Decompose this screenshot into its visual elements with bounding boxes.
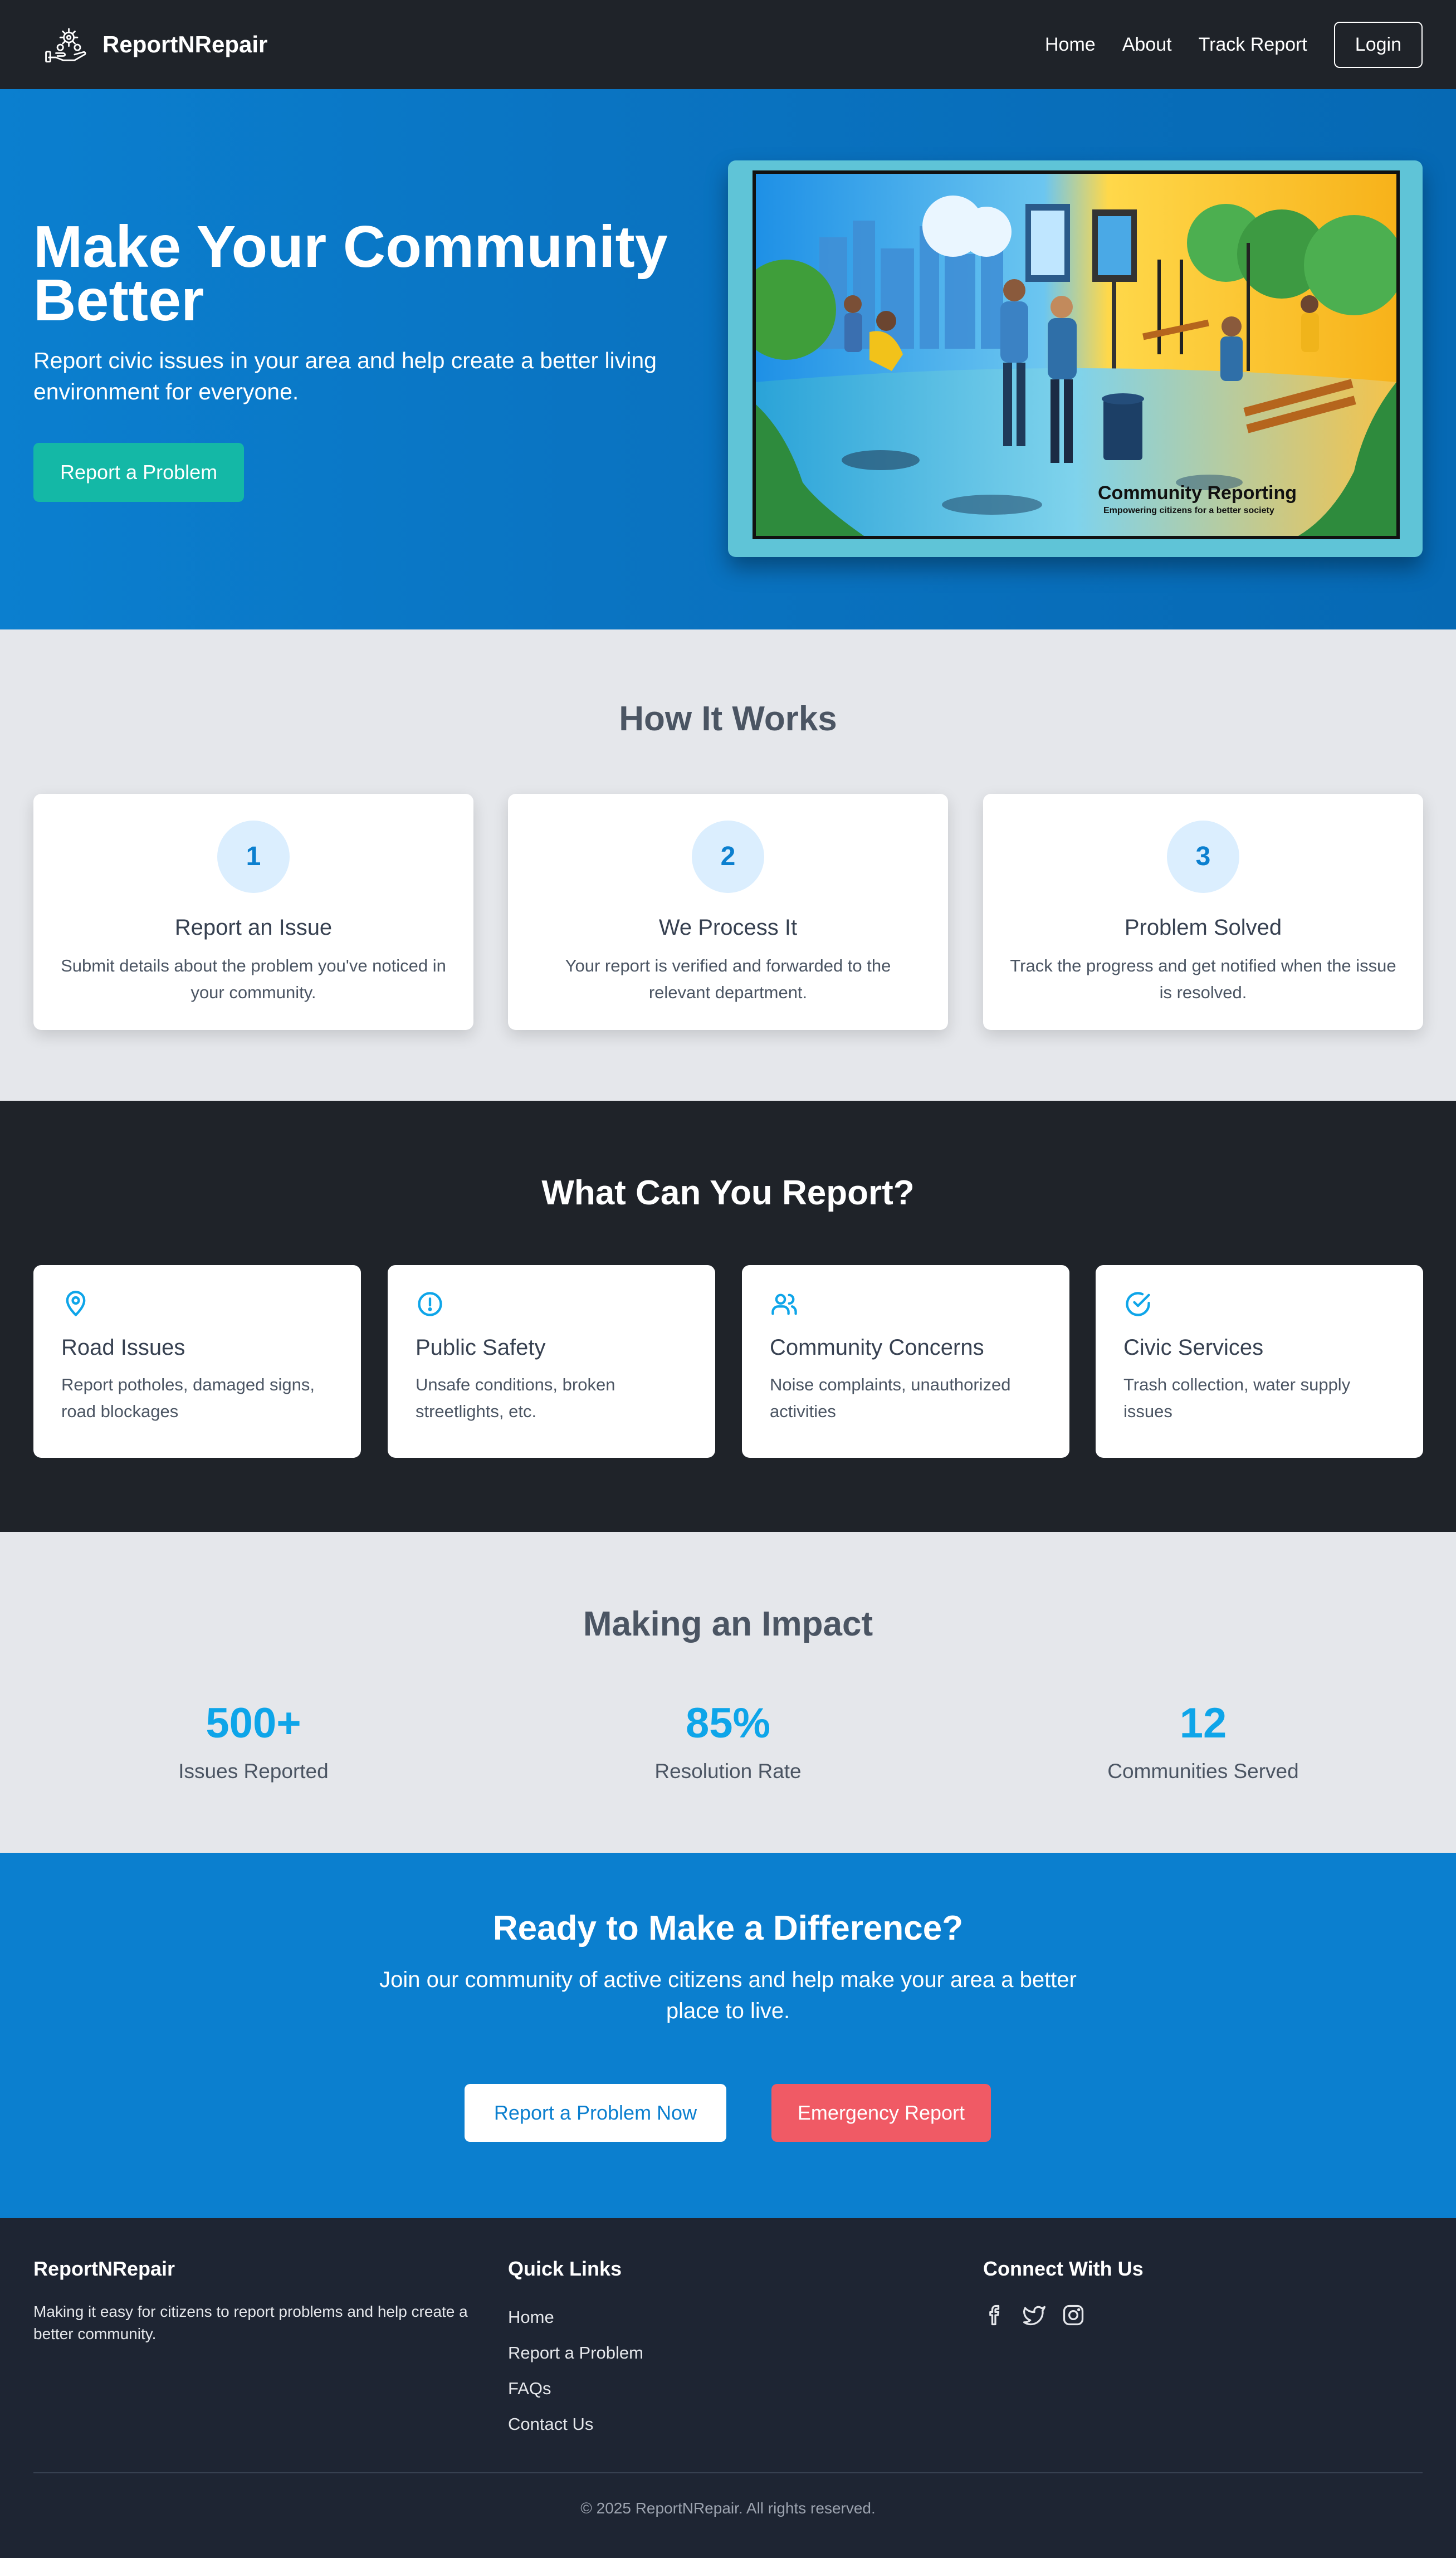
step-number: 2 (692, 821, 764, 893)
footer-link-contact[interactable]: Contact Us (508, 2414, 643, 2434)
category-description: Unsafe conditions, broken streetlights, … (416, 1375, 615, 1421)
brand[interactable]: ReportNRepair (45, 22, 267, 67)
step-description: Track the progress and get notified when… (1010, 956, 1396, 1002)
impact-section: Making an Impact 500+ Issues Reported 85… (0, 1532, 1456, 1853)
hero-title: Make Your Community Better (33, 214, 668, 333)
category-title: Public Safety (416, 1335, 546, 1360)
category-description: Noise complaints, unauthorized activitie… (770, 1375, 1011, 1421)
check-circle-icon (1126, 1292, 1150, 1316)
footer-link-report-problem[interactable]: Report a Problem (508, 2343, 643, 2363)
nav-track-report-link[interactable]: Track Report (1199, 34, 1307, 56)
step-title: Problem Solved (1124, 915, 1282, 940)
nav-about-link[interactable]: About (1122, 34, 1172, 56)
nav-home-link[interactable]: Home (1045, 34, 1096, 56)
facebook-icon[interactable] (983, 2303, 1008, 2327)
footer-quick-links: Quick Links Home Report a Problem FAQs C… (508, 2257, 643, 2434)
community-reporting-illustration: Community Reporting Empowering citizens … (753, 170, 1400, 539)
step-card: 1 Report an Issue Submit details about t… (33, 794, 473, 1030)
category-card-civic-services[interactable]: Civic Services Trash collection, water s… (1096, 1265, 1423, 1458)
illustration-caption: Community Reporting (1098, 482, 1297, 504)
cta-subtitle: Join our community of active citizens an… (379, 1968, 1077, 2023)
copyright-text: © 2025 ReportNRepair. All rights reserve… (580, 2500, 876, 2517)
category-card-community-concerns[interactable]: Community Concerns Noise complaints, una… (742, 1265, 1069, 1458)
stat-resolution-rate: 85% Resolution Rate (508, 1699, 948, 1783)
footer-about: ReportNRepair Making it easy for citizen… (33, 2257, 479, 2345)
footer: ReportNRepair Making it easy for citizen… (0, 2218, 1456, 2558)
how-it-works-title: How It Works (619, 700, 837, 738)
top-navbar: ReportNRepair Home About Track Report Lo… (0, 0, 1456, 89)
footer-link-home[interactable]: Home (508, 2307, 643, 2327)
instagram-icon[interactable] (1061, 2303, 1086, 2327)
category-card-public-safety[interactable]: Public Safety Unsafe conditions, broken … (388, 1265, 715, 1458)
login-button[interactable]: Login (1333, 21, 1423, 68)
category-title: Community Concerns (770, 1335, 984, 1360)
hero-subtitle: Report civic issues in your area and hel… (33, 348, 657, 404)
brand-name: ReportNRepair (102, 31, 268, 57)
twitter-icon[interactable] (1022, 2303, 1047, 2327)
step-description: Submit details about the problem you've … (61, 956, 446, 1002)
category-description: Report potholes, damaged signs, road blo… (61, 1375, 315, 1421)
category-card-road-issues[interactable]: Road Issues Report potholes, damaged sig… (33, 1265, 361, 1458)
quick-links-heading: Quick Links (508, 2257, 622, 2280)
step-title: We Process It (658, 915, 798, 940)
stat-value: 500+ (206, 1700, 301, 1747)
stat-value: 12 (1179, 1700, 1227, 1747)
how-it-works-section: How It Works 1 Report an Issue Submit de… (0, 629, 1456, 1101)
report-problem-now-button[interactable]: Report a Problem Now (465, 2084, 726, 2142)
hero-text: Make Your Community Better Report civic … (33, 214, 668, 502)
step-title: Report an Issue (174, 915, 333, 940)
step-number: 1 (217, 821, 290, 893)
emergency-report-button[interactable]: Emergency Report (771, 2084, 991, 2142)
connect-heading: Connect With Us (983, 2257, 1144, 2280)
stat-issues-reported: 500+ Issues Reported (33, 1699, 473, 1783)
nav-links: Home About Track Report Login (1045, 21, 1423, 68)
footer-brand: ReportNRepair (33, 2257, 175, 2280)
alert-circle-icon (418, 1292, 442, 1316)
category-title: Road Issues (61, 1335, 185, 1360)
stat-label: Issues Reported (178, 1760, 329, 1783)
hero-section: Make Your Community Better Report civic … (0, 89, 1456, 629)
call-to-action-section: Ready to Make a Difference? Join our com… (0, 1853, 1456, 2218)
hero-image-frame: Community Reporting Empowering citizens … (728, 160, 1423, 557)
logo-icon (45, 28, 86, 63)
social-links (983, 2303, 1144, 2327)
footer-divider (33, 2472, 1423, 2473)
step-number: 3 (1167, 821, 1239, 893)
stat-label: Communities Served (1107, 1760, 1299, 1783)
category-title: Civic Services (1123, 1335, 1264, 1360)
footer-about-text: Making it easy for citizens to report pr… (33, 2303, 468, 2342)
report-problem-button[interactable]: Report a Problem (33, 443, 245, 502)
report-categories-section: What Can You Report? Road Issues Report … (0, 1101, 1456, 1532)
step-card: 2 We Process It Your report is verified … (508, 794, 948, 1030)
stat-communities-served: 12 Communities Served (983, 1699, 1423, 1783)
category-description: Trash collection, water supply issues (1123, 1375, 1351, 1421)
step-card: 3 Problem Solved Track the progress and … (983, 794, 1423, 1030)
map-pin-icon (66, 1291, 86, 1316)
impact-title: Making an Impact (583, 1605, 873, 1643)
stat-label: Resolution Rate (654, 1760, 802, 1783)
illustration-tagline: Empowering citizens for a better society (1103, 506, 1274, 515)
report-categories-title: What Can You Report? (541, 1174, 915, 1212)
cta-title: Ready to Make a Difference? (492, 1909, 964, 1947)
stat-value: 85% (685, 1700, 771, 1747)
footer-connect: Connect With Us (983, 2257, 1144, 2327)
footer-link-faqs[interactable]: FAQs (508, 2379, 643, 2399)
step-description: Your report is verified and forwarded to… (565, 956, 891, 1002)
users-icon (771, 1293, 797, 1315)
